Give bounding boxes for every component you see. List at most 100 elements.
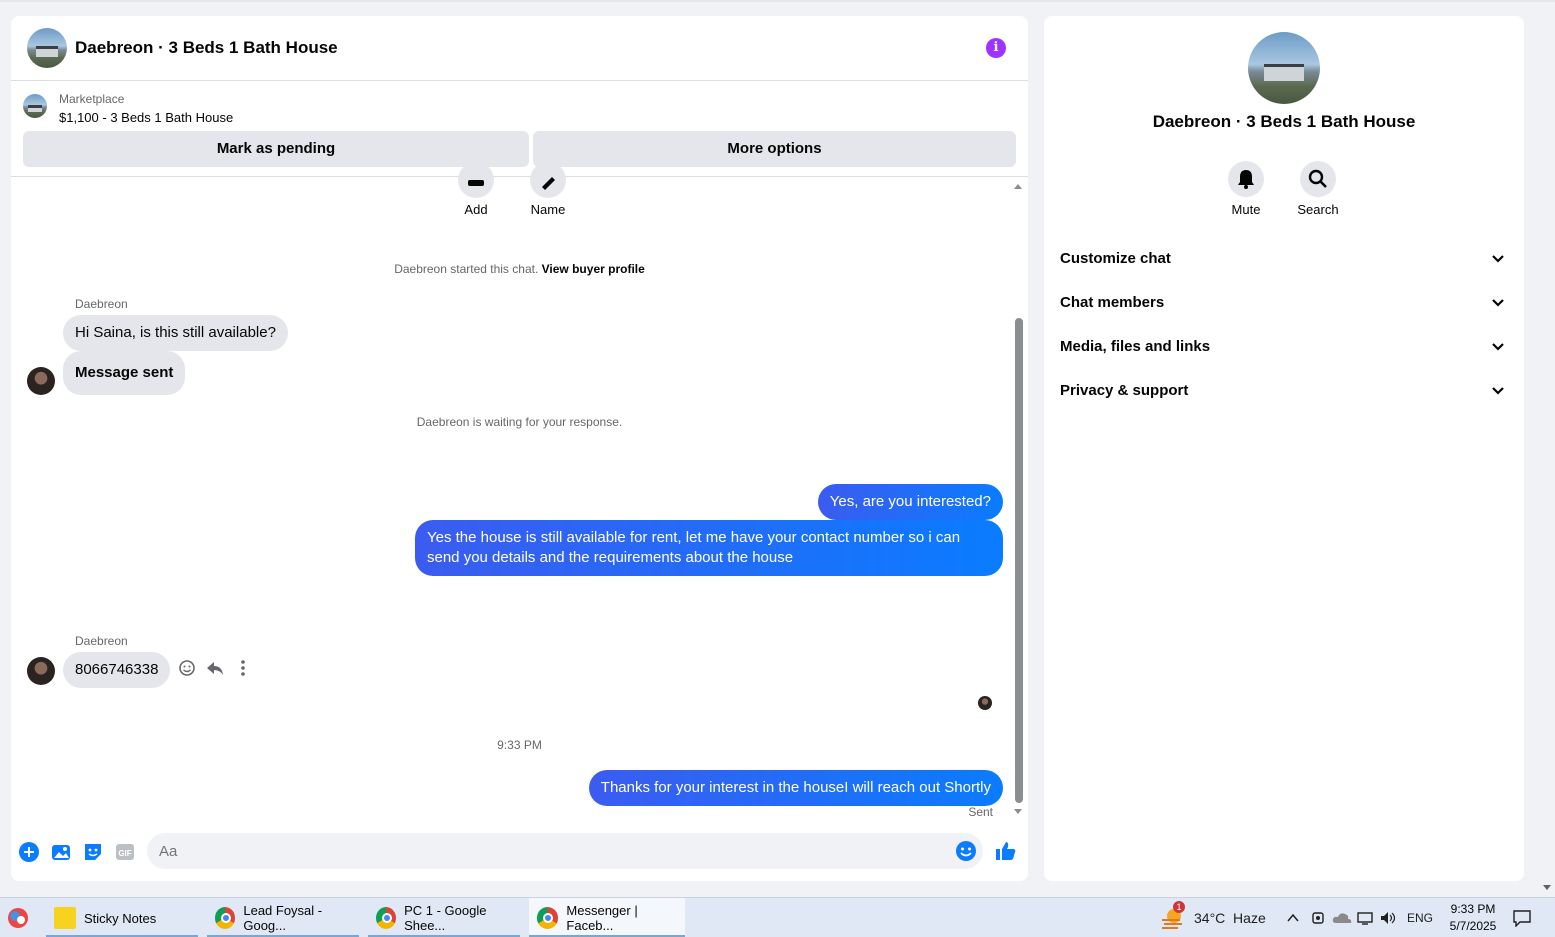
taskbar-label: Messenger | Faceb... xyxy=(566,903,638,933)
pencil-icon xyxy=(542,177,555,190)
onedrive-cloud-icon[interactable] xyxy=(1332,910,1352,926)
clock-date: 5/7/2025 xyxy=(1449,919,1497,933)
chevron-down-icon xyxy=(1492,343,1504,351)
section-label: Chat members xyxy=(1060,293,1165,311)
name-chat-button[interactable] xyxy=(530,162,566,198)
window-top-border xyxy=(0,0,1555,2)
add-person-icon xyxy=(468,180,484,186)
reply-icon[interactable] xyxy=(205,658,225,678)
add-person-button[interactable] xyxy=(458,162,494,198)
outgoing-message[interactable]: Thanks for your interest in the houseI w… xyxy=(588,770,1003,806)
start-button-icon[interactable] xyxy=(6,906,30,930)
chrome-icon xyxy=(376,907,397,929)
outgoing-message[interactable]: Yes, are you interested? xyxy=(817,484,1003,520)
media-files-links-section[interactable]: Media, files and links xyxy=(1060,328,1508,364)
customize-chat-section[interactable]: Customize chat xyxy=(1060,240,1508,276)
scroll-down-icon[interactable] xyxy=(1014,809,1022,814)
message-input[interactable] xyxy=(147,833,983,869)
waiting-notice: Daebreon is waiting for your response. xyxy=(416,415,623,429)
listing-profile-photo[interactable] xyxy=(1248,32,1320,104)
chrome-icon xyxy=(537,907,559,929)
clock[interactable]: 9:33 PM 5/7/2025 xyxy=(1438,901,1508,935)
name-label: Name xyxy=(530,202,566,217)
thumbs-up-icon[interactable] xyxy=(994,839,1018,863)
section-label: Customize chat xyxy=(1060,249,1171,267)
chat-members-section[interactable]: Chat members xyxy=(1060,284,1508,320)
buyer-avatar[interactable] xyxy=(27,657,55,685)
sent-status: Sent xyxy=(968,805,993,819)
more-options-button[interactable]: More options xyxy=(533,131,1016,167)
language-indicator[interactable]: ENG xyxy=(1407,898,1433,937)
buyer-avatar[interactable] xyxy=(27,367,55,395)
sender-name: Daebreon xyxy=(75,634,128,648)
gif-icon[interactable]: GIF xyxy=(114,841,136,863)
taskbar-sticky-notes[interactable]: Sticky Notes xyxy=(46,898,198,937)
message-timestamp: 9:33 PM xyxy=(497,738,542,752)
weather-badge: 1 xyxy=(1173,901,1185,913)
page-scroll-down-icon[interactable] xyxy=(1543,885,1551,890)
bell-icon xyxy=(1238,170,1254,189)
listing-label: Marketplace xyxy=(59,92,125,106)
message-input-container[interactable] xyxy=(147,833,983,869)
section-label: Media, files and links xyxy=(1060,337,1211,355)
weather-widget[interactable]: 1 34°C Haze xyxy=(1160,898,1266,937)
incoming-message[interactable]: Hi Saina, is this still available? xyxy=(63,315,288,351)
section-label: Privacy & support xyxy=(1060,381,1189,399)
taskbar-label: Sticky Notes xyxy=(84,910,157,926)
incoming-message-sent[interactable]: Message sent xyxy=(63,351,186,395)
listing-thumbnail[interactable] xyxy=(23,94,47,118)
taskbar-chrome-messenger[interactable]: Messenger | Faceb... xyxy=(529,898,685,937)
search-label: Search xyxy=(1297,202,1339,217)
view-buyer-profile-link[interactable]: View buyer profile xyxy=(542,262,645,276)
info-title: Daebreon · 3 Beds 1 Bath House xyxy=(1152,112,1416,131)
sticker-icon[interactable] xyxy=(82,841,104,863)
chevron-down-icon xyxy=(1492,255,1504,263)
search-button[interactable] xyxy=(1300,161,1336,197)
more-actions-icon[interactable] xyxy=(233,658,253,678)
add-label: Add xyxy=(464,202,488,217)
chat-title[interactable]: Daebreon · 3 Beds 1 Bath House xyxy=(75,38,338,58)
outgoing-message[interactable]: Yes the house is still available for ren… xyxy=(415,520,1003,576)
mark-as-pending-button[interactable]: Mark as pending xyxy=(23,131,529,167)
chat-started-text: Daebreon started this chat. xyxy=(394,262,539,276)
react-emoji-icon[interactable] xyxy=(177,658,197,678)
info-icon[interactable]: i xyxy=(986,38,1006,58)
seen-avatar xyxy=(978,696,992,710)
taskbar-chrome-sheets[interactable]: PC 1 - Google Shee... xyxy=(368,898,520,937)
listing-avatar[interactable] xyxy=(27,28,67,68)
taskbar-chrome-lead[interactable]: Lead Foysal - Goog... xyxy=(207,898,359,937)
plus-icon[interactable] xyxy=(18,841,40,863)
scrollbar-thumb[interactable] xyxy=(1015,318,1023,803)
clock-time: 9:33 PM xyxy=(1450,902,1496,916)
scroll-up-icon[interactable] xyxy=(1014,184,1022,189)
chat-started-notice: Daebreon started this chat. View buyer p… xyxy=(11,262,1028,276)
chrome-icon xyxy=(215,907,236,929)
taskbar-label: PC 1 - Google Shee... xyxy=(404,903,487,933)
sender-name: Daebreon xyxy=(75,297,128,311)
image-icon[interactable] xyxy=(50,841,72,863)
listing-banner: Marketplace $1,100 - 3 Beds 1 Bath House… xyxy=(11,82,1028,177)
weather-text: 34°C Haze xyxy=(1194,910,1266,926)
meet-now-icon[interactable] xyxy=(1310,910,1326,926)
chat-info-panel: Daebreon · 3 Beds 1 Bath House Mute Sear… xyxy=(1044,16,1524,881)
chevron-down-icon xyxy=(1492,299,1504,307)
notification-center-icon[interactable] xyxy=(1512,909,1532,927)
search-icon xyxy=(1308,169,1327,188)
chevron-down-icon xyxy=(1492,387,1504,395)
listing-price-title[interactable]: $1,100 - 3 Beds 1 Bath House xyxy=(59,110,233,125)
incoming-message-phone[interactable]: 8066746338 xyxy=(63,652,171,688)
weather-icon: 1 xyxy=(1160,901,1185,930)
svg-text:GIF: GIF xyxy=(118,849,131,858)
sticky-notes-icon xyxy=(54,907,76,929)
emoji-icon[interactable] xyxy=(955,840,977,862)
mute-label: Mute xyxy=(1231,202,1261,217)
chevron-up-icon[interactable] xyxy=(1286,911,1300,925)
mute-button[interactable] xyxy=(1228,161,1264,197)
volume-icon[interactable] xyxy=(1379,910,1397,926)
chat-panel: Daebreon · 3 Beds 1 Bath House i Marketp… xyxy=(11,16,1028,881)
chat-header: Daebreon · 3 Beds 1 Bath House i xyxy=(11,16,1028,81)
taskbar-label: Lead Foysal - Goog... xyxy=(243,903,323,933)
privacy-support-section[interactable]: Privacy & support xyxy=(1060,372,1508,408)
taskbar: Sticky Notes Lead Foysal - Goog... PC 1 … xyxy=(0,897,1555,937)
network-icon[interactable] xyxy=(1356,910,1374,926)
